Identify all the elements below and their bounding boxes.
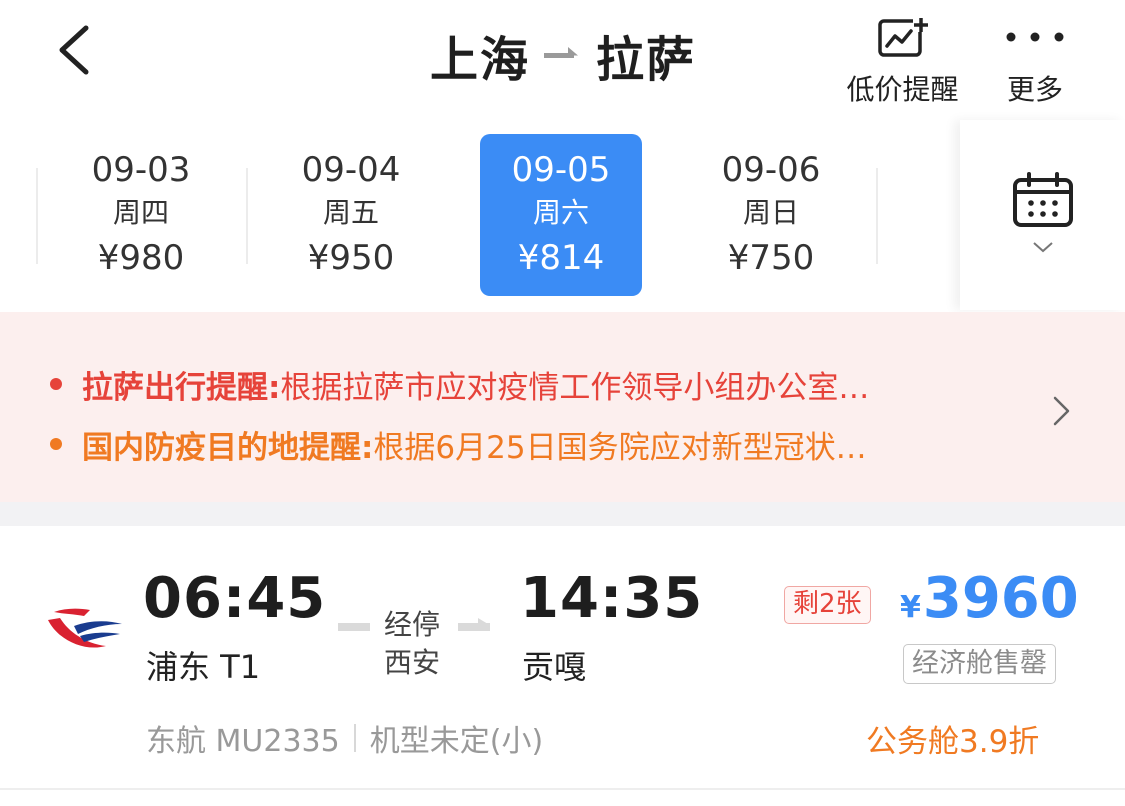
departure-time: 06:45 bbox=[143, 566, 327, 631]
price-alert-label: 低价提醒 bbox=[846, 73, 959, 106]
route-title: 上海 拉萨 bbox=[430, 20, 696, 90]
date-text: 09-04 bbox=[301, 150, 401, 190]
route-line bbox=[338, 623, 370, 631]
flight-price: ¥ 3960 bbox=[900, 566, 1079, 631]
stopover-label: 经停 bbox=[384, 608, 441, 641]
back-arrow-icon bbox=[59, 25, 89, 75]
airline-flight-number: 东航 MU2335 bbox=[146, 724, 340, 759]
bullet-dot-icon bbox=[50, 378, 62, 390]
weekday-text: 周五 bbox=[322, 196, 379, 229]
destination-city: 拉萨 bbox=[596, 32, 697, 88]
weekday-text: 周六 bbox=[532, 196, 589, 229]
date-option[interactable]: 09-04 周五 ¥950 bbox=[270, 134, 432, 296]
china-eastern-logo-icon bbox=[48, 608, 122, 648]
bullet-dot-icon bbox=[50, 438, 62, 450]
seats-remaining-badge: 剩2张 bbox=[784, 586, 871, 624]
chevron-right-icon[interactable] bbox=[1046, 394, 1076, 428]
calendar-button[interactable] bbox=[960, 120, 1125, 310]
date-divider bbox=[246, 168, 248, 264]
aircraft-type: 机型未定(小) bbox=[369, 724, 544, 759]
price-alert-button[interactable]: 低价提醒 bbox=[840, 14, 965, 108]
origin-city: 上海 bbox=[430, 32, 531, 88]
date-text: 09-06 bbox=[721, 150, 821, 190]
date-divider bbox=[876, 168, 878, 264]
notice-title: 国内防疫目的地提醒: bbox=[82, 429, 374, 466]
more-label: 更多 bbox=[1006, 73, 1063, 106]
scroll-fade bbox=[880, 120, 960, 310]
chevron-down-icon bbox=[1032, 242, 1053, 253]
currency-symbol: ¥ bbox=[900, 590, 921, 625]
notice-text: 根据6月25日国务院应对新型冠状… bbox=[373, 429, 867, 466]
date-option[interactable]: 09-03 周四 ¥980 bbox=[60, 134, 222, 296]
price-value: 3960 bbox=[922, 566, 1079, 631]
date-price: ¥950 bbox=[307, 238, 395, 278]
notice-title: 拉萨出行提醒: bbox=[82, 369, 281, 406]
divider bbox=[353, 724, 356, 752]
back-button[interactable] bbox=[50, 22, 110, 82]
notice-text: 根据拉萨市应对疫情工作领导小组办公室… bbox=[280, 369, 870, 406]
date-divider bbox=[36, 168, 38, 264]
date-option-selected[interactable]: 09-05 周六 ¥814 bbox=[480, 134, 642, 296]
date-price: ¥814 bbox=[517, 238, 605, 278]
route-arrow-icon bbox=[458, 618, 490, 631]
date-scroll-list[interactable]: 09-03 周四 ¥980 09-04 周五 ¥950 09-05 周六 ¥81… bbox=[0, 120, 960, 310]
more-button[interactable]: 更多 bbox=[995, 14, 1075, 108]
section-gap bbox=[0, 502, 1125, 526]
soldout-badge: 经济舱售罄 bbox=[903, 644, 1056, 684]
top-bar: 上海 拉萨 低价提醒 更多 bbox=[0, 0, 1125, 120]
travel-notice-banner[interactable]: 拉萨出行提醒: 根据拉萨市应对疫情工作领导小组办公室… 国内防疫目的地提醒: 根… bbox=[0, 312, 1125, 502]
more-dots-icon bbox=[1006, 32, 1064, 42]
date-text: 09-03 bbox=[91, 150, 191, 190]
date-price: ¥980 bbox=[97, 238, 185, 278]
notice-item: 拉萨出行提醒: 根据拉萨市应对疫情工作领导小组办公室… bbox=[50, 359, 1020, 409]
weekday-text: 周日 bbox=[742, 196, 799, 229]
calendar-icon bbox=[1012, 172, 1073, 227]
flight-card[interactable]: 06:45 浦东 T1 经停 西安 14:35 贡嘎 剩2张 ¥ 3960 经济… bbox=[0, 526, 1125, 788]
route-arrow-icon bbox=[544, 47, 579, 58]
flight-meta: 东航 MU2335 机型未定(小) bbox=[146, 716, 543, 760]
departure-airport: 浦东 T1 bbox=[146, 648, 261, 686]
date-selector: 09-03 周四 ¥980 09-04 周五 ¥950 09-05 周六 ¥81… bbox=[0, 120, 1125, 310]
arrival-airport: 贡嘎 bbox=[522, 648, 587, 686]
cabin-discount: 公务舱3.9折 bbox=[866, 724, 1040, 760]
date-price: ¥750 bbox=[727, 238, 815, 278]
weekday-text: 周四 bbox=[112, 196, 169, 229]
arrival-time: 14:35 bbox=[520, 566, 704, 631]
divider bbox=[0, 788, 1125, 790]
date-option[interactable]: 09-06 周日 ¥750 bbox=[690, 134, 852, 296]
stopover-city: 西安 bbox=[384, 646, 441, 679]
notice-item: 国内防疫目的地提醒: 根据6月25日国务院应对新型冠状… bbox=[50, 419, 1020, 469]
price-trend-alert-icon bbox=[877, 16, 929, 57]
date-text: 09-05 bbox=[511, 150, 611, 190]
